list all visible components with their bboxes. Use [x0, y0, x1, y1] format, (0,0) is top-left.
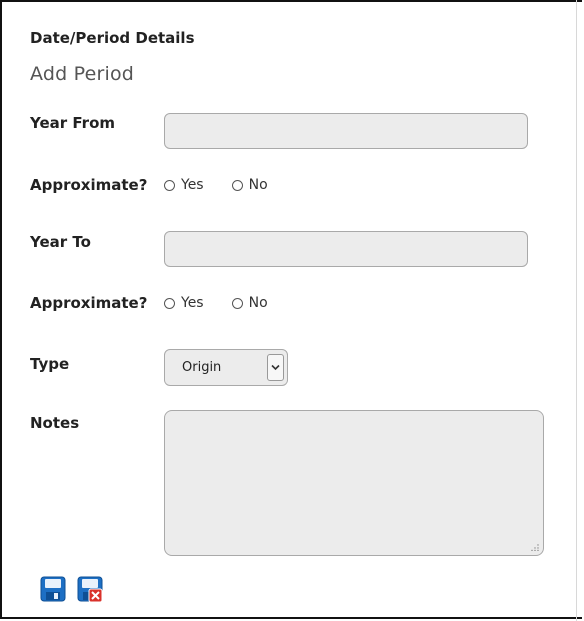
approx-from-no-option[interactable]: No — [231, 177, 268, 193]
approx-to-no-radio[interactable] — [231, 297, 243, 309]
notes-label: Notes — [30, 414, 80, 432]
approx-from-radio-group: Yes No — [164, 177, 296, 193]
approx-from-yes-label: Yes — [181, 177, 204, 193]
save-button[interactable] — [40, 575, 66, 603]
floppy-disk-cancel-icon — [77, 576, 103, 603]
cancel-button[interactable] — [77, 575, 103, 603]
approx-to-yes-radio[interactable] — [164, 297, 175, 309]
approx-from-no-label: No — [248, 177, 268, 193]
resize-grip-icon[interactable] — [531, 543, 539, 551]
type-select-value: Origin — [182, 360, 222, 375]
approx-from-yes-radio[interactable] — [164, 179, 175, 191]
year-to-input[interactable] — [164, 231, 528, 267]
approx-to-no-label: No — [248, 295, 268, 311]
panel-divider — [576, 0, 577, 621]
approx-to-no-option[interactable]: No — [231, 295, 268, 311]
approx-to-label: Approximate? — [30, 294, 148, 312]
approx-to-radio-group: Yes No — [164, 295, 296, 311]
type-select[interactable]: Origin — [164, 349, 288, 386]
approx-from-no-radio[interactable] — [231, 179, 243, 191]
notes-textarea[interactable] — [164, 410, 544, 556]
type-label: Type — [30, 355, 70, 373]
floppy-disk-icon — [40, 576, 66, 602]
page-title: Add Period — [30, 63, 135, 85]
approx-from-yes-option[interactable]: Yes — [164, 177, 204, 193]
year-from-input[interactable] — [164, 113, 528, 149]
section-title: Date/Period Details — [30, 29, 195, 47]
year-to-label: Year To — [30, 233, 91, 251]
chevron-down-icon[interactable] — [267, 354, 284, 381]
approx-to-yes-option[interactable]: Yes — [164, 295, 204, 311]
approx-to-yes-label: Yes — [181, 295, 204, 311]
approx-from-label: Approximate? — [30, 176, 148, 194]
year-from-label: Year From — [30, 114, 116, 132]
